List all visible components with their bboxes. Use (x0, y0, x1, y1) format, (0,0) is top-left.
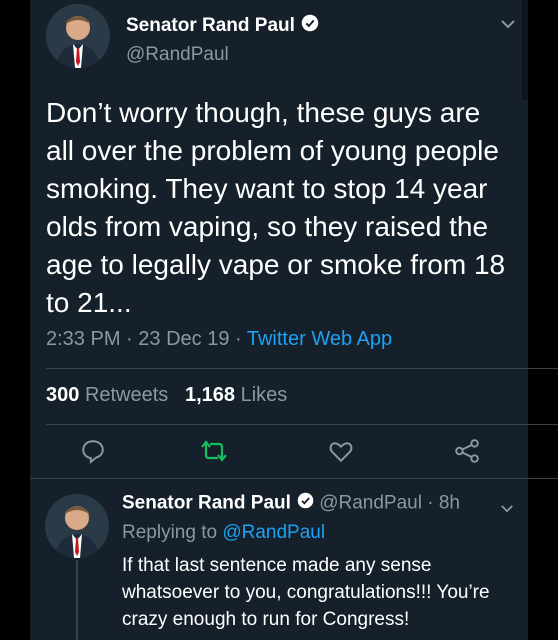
retweet-icon[interactable] (200, 438, 228, 464)
tweet-date[interactable]: 23 Dec 19 (138, 328, 229, 350)
like-icon[interactable] (328, 438, 354, 464)
likes-stat[interactable]: 1,168 Likes (185, 384, 287, 406)
replying-to-handle[interactable]: @RandPaul (222, 522, 325, 543)
divider (46, 424, 558, 425)
tweet-meta: 2:33 PM · 23 Dec 19 · Twitter Web App (46, 328, 392, 351)
avatar[interactable] (45, 494, 109, 558)
reply-text: If that last sentence made any sense wha… (122, 555, 490, 630)
reply-age[interactable]: · 8h (422, 493, 460, 514)
engagement-stats: 300 Retweets 1,168 Likes (46, 384, 287, 407)
retweets-count[interactable]: 300 (46, 384, 79, 406)
chevron-down-icon[interactable] (500, 500, 514, 518)
reply-author-handle[interactable]: @RandPaul (319, 493, 422, 514)
tweet-time[interactable]: 2:33 PM (46, 328, 120, 350)
reply-icon[interactable] (80, 438, 106, 464)
author-handle[interactable]: @RandPaul (126, 44, 229, 66)
replying-label: Replying to (122, 522, 218, 543)
meta-separator: · (120, 328, 139, 350)
reply-header: Senator Rand Paul @RandPaul · 8h (122, 492, 460, 515)
author-name-text[interactable]: Senator Rand Paul (126, 15, 295, 36)
verified-badge-icon (297, 492, 314, 515)
avatar[interactable] (46, 4, 110, 68)
thread-line (76, 560, 78, 640)
scrollbar[interactable] (522, 0, 528, 100)
likes-label[interactable]: Likes (241, 384, 288, 406)
share-icon[interactable] (454, 438, 480, 464)
replying-to: Replying to @RandPaul (122, 522, 325, 544)
retweets-label[interactable]: Retweets (85, 384, 168, 406)
divider (46, 368, 558, 369)
meta-separator: · (229, 328, 247, 350)
reply-author-name[interactable]: Senator Rand Paul (122, 493, 291, 514)
retweets-stat[interactable]: 300 Retweets (46, 384, 168, 406)
chevron-down-icon[interactable] (500, 16, 516, 34)
divider (30, 478, 558, 479)
author-name[interactable]: Senator Rand Paul (126, 14, 319, 38)
likes-count[interactable]: 1,168 (185, 384, 235, 406)
tweet-source-app[interactable]: Twitter Web App (247, 328, 392, 350)
tweet-text: Don’t worry though, these guys are all o… (46, 97, 506, 318)
verified-badge-icon (301, 14, 319, 38)
